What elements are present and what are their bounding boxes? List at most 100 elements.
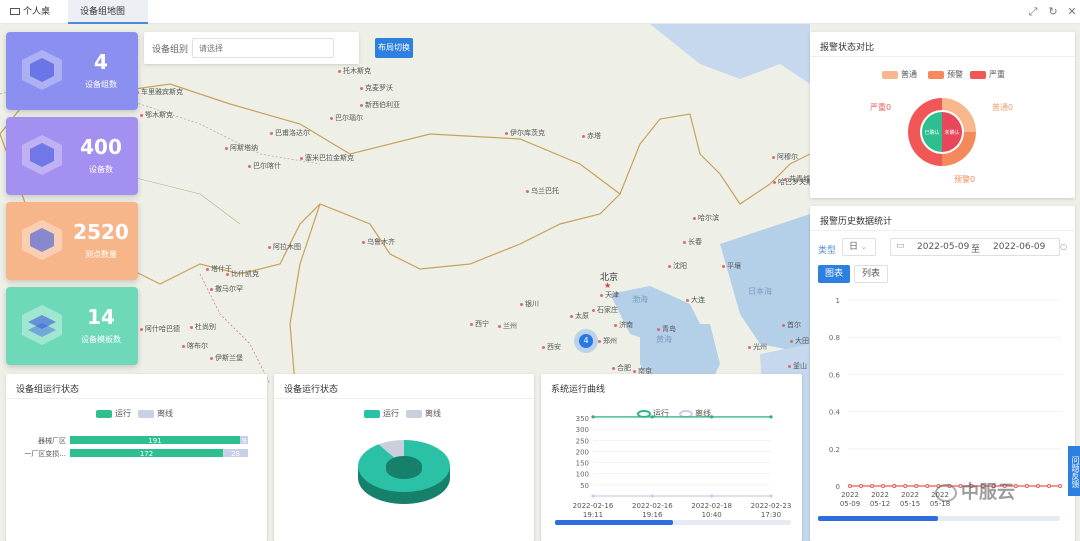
bar-category-label: 器械厂区	[38, 436, 66, 445]
stat-card-templates[interactable]: 14 设备模板数	[6, 287, 138, 365]
type-select[interactable]: 日 ⌄	[842, 238, 876, 256]
device-status-panel: 设备运行状态 运行 离线	[274, 374, 534, 541]
bar-value-label: 191	[148, 437, 161, 445]
cluster-count: 4	[579, 334, 593, 348]
date-separator: 至	[971, 245, 981, 255]
chart-scrollbar[interactable]	[818, 516, 1060, 521]
city-label: 石家庄	[592, 305, 618, 315]
pie-hole	[386, 459, 422, 479]
city-label: 兰州	[498, 321, 517, 331]
stat-value: 4	[94, 50, 108, 74]
cube-icon	[22, 220, 62, 260]
city-label: 平壤	[722, 261, 741, 271]
y-tick-label: 0	[836, 483, 840, 491]
legend-item[interactable]: 运行	[364, 408, 399, 419]
city-label: 新西伯利亚	[360, 100, 400, 110]
city-label: 大连	[686, 295, 705, 305]
city-label: 济南	[614, 320, 633, 330]
scroll-thumb	[818, 516, 938, 521]
capital-star-icon: ★	[604, 281, 612, 290]
data-point	[710, 415, 714, 419]
city-label: 托木斯克	[338, 66, 371, 76]
tab-chart[interactable]: 图表	[818, 265, 850, 283]
stat-card-devices[interactable]: 400 设备数	[6, 117, 138, 195]
legend-item[interactable]: 预警	[928, 69, 963, 80]
group-status-panel: 设备组运行状态 运行 离线 器械厂区 191 9 一厂区变损... 172 28	[6, 374, 267, 541]
x-tick-label: 2022-02-18	[691, 502, 732, 510]
city-label: 巴尔喀什	[248, 161, 281, 171]
city-label: 阿斯塔纳	[225, 143, 258, 153]
city-label: 首尔	[782, 320, 801, 330]
city-label: 银川	[520, 299, 539, 309]
chart-scrollbar[interactable]	[555, 520, 791, 525]
x-tick-label: 19:11	[583, 511, 603, 518]
feedback-tab[interactable]: 问题反馈	[1068, 446, 1080, 496]
slice-label: 严重0	[870, 103, 892, 112]
stat-card-points[interactable]: 2520 测点数量	[6, 202, 138, 280]
date-from: 2022-05-09	[917, 242, 970, 252]
city-label: 伊尔库茨克	[505, 128, 545, 138]
x-tick-label: 05-09	[840, 500, 860, 508]
city-label: 巴甫洛达尔	[270, 128, 310, 138]
legend-item[interactable]: 普通	[882, 69, 917, 80]
stat-card-device-groups[interactable]: 4 设备组数	[6, 32, 138, 110]
city-label: 巴尔瑙尔	[330, 113, 363, 123]
system-curve-line-chart: 501001502002503003502022-02-1619:112022-…	[573, 415, 792, 518]
date-range-picker[interactable]: ▭ 2022-05-09 至 2022-06-09	[890, 238, 1060, 256]
group-status-bar-chart: 器械厂区 191 9 一厂区变损... 172 28	[24, 436, 248, 458]
x-tick-label: 19:16	[642, 511, 663, 518]
legend-item[interactable]: 离线	[138, 408, 173, 419]
watermark: 中服云	[935, 478, 1015, 504]
city-label: 车里雅宾斯克	[136, 87, 183, 97]
data-point	[1024, 484, 1029, 488]
tab-personal-desktop[interactable]: 个人桌面	[0, 0, 68, 41]
y-tick-label: 300	[576, 426, 589, 434]
close-icon[interactable]: ✕	[1066, 6, 1078, 18]
slice-label: 普通0	[992, 103, 1014, 112]
legend-item[interactable]: 严重	[970, 69, 1005, 80]
city-label: 阿穆尔	[772, 152, 798, 162]
device-group-select[interactable]	[192, 38, 334, 58]
y-tick-label: 250	[576, 437, 589, 445]
city-label: 乌兰巴托	[526, 186, 559, 196]
legend-item[interactable]: 运行	[96, 408, 131, 419]
x-tick-label: 2022	[871, 491, 889, 499]
layers-icon	[22, 305, 62, 345]
city-label: 撒马尔罕	[210, 284, 243, 294]
x-tick-label: 2022-02-16	[573, 502, 614, 510]
stat-label: 设备模板数	[81, 335, 121, 344]
y-tick-label: 150	[576, 460, 589, 468]
type-label: 类型	[818, 246, 837, 256]
data-point	[881, 484, 886, 488]
city-label: 西安	[542, 342, 561, 352]
data-point	[650, 494, 654, 498]
monitor-icon	[10, 8, 20, 15]
data-point	[769, 415, 773, 419]
y-tick-label: 0.8	[829, 334, 840, 342]
fullscreen-icon[interactable]: ⤢	[1027, 6, 1039, 18]
search-icon[interactable]: ○	[1060, 242, 1067, 251]
city-label: 郑州	[598, 336, 617, 346]
city-label: 乌鲁木齐	[362, 237, 395, 247]
x-tick-label: 10:40	[702, 511, 722, 518]
refresh-icon[interactable]: ↻	[1047, 6, 1059, 18]
tab-device-group-map[interactable]: 设备组地图	[68, 0, 148, 24]
map-cluster-marker[interactable]: 4	[574, 329, 598, 353]
legend-item[interactable]: 离线	[406, 408, 441, 419]
device-status-pie-chart	[358, 440, 450, 504]
layout-switch-button[interactable]: 布局切换	[375, 38, 413, 58]
inner-label: 已确认	[924, 129, 939, 136]
slice-label: 预警0	[954, 175, 976, 184]
data-point	[710, 494, 714, 498]
stat-label: 设备数	[89, 165, 113, 174]
tab-list[interactable]: 列表	[854, 265, 888, 283]
data-point	[591, 415, 595, 419]
city-label: 鄂木斯克	[140, 110, 173, 120]
city-label: 塔什干	[206, 264, 232, 274]
stat-value: 2520	[73, 220, 129, 244]
sea-label: 渤海	[632, 295, 648, 304]
x-tick-label: 2022	[841, 491, 859, 499]
tab-bar: 个人桌面 设备组地图 ⤢ ↻ ✕	[0, 0, 1080, 41]
x-tick-label: 2022-02-16	[632, 502, 673, 510]
cube-icon	[22, 50, 62, 90]
